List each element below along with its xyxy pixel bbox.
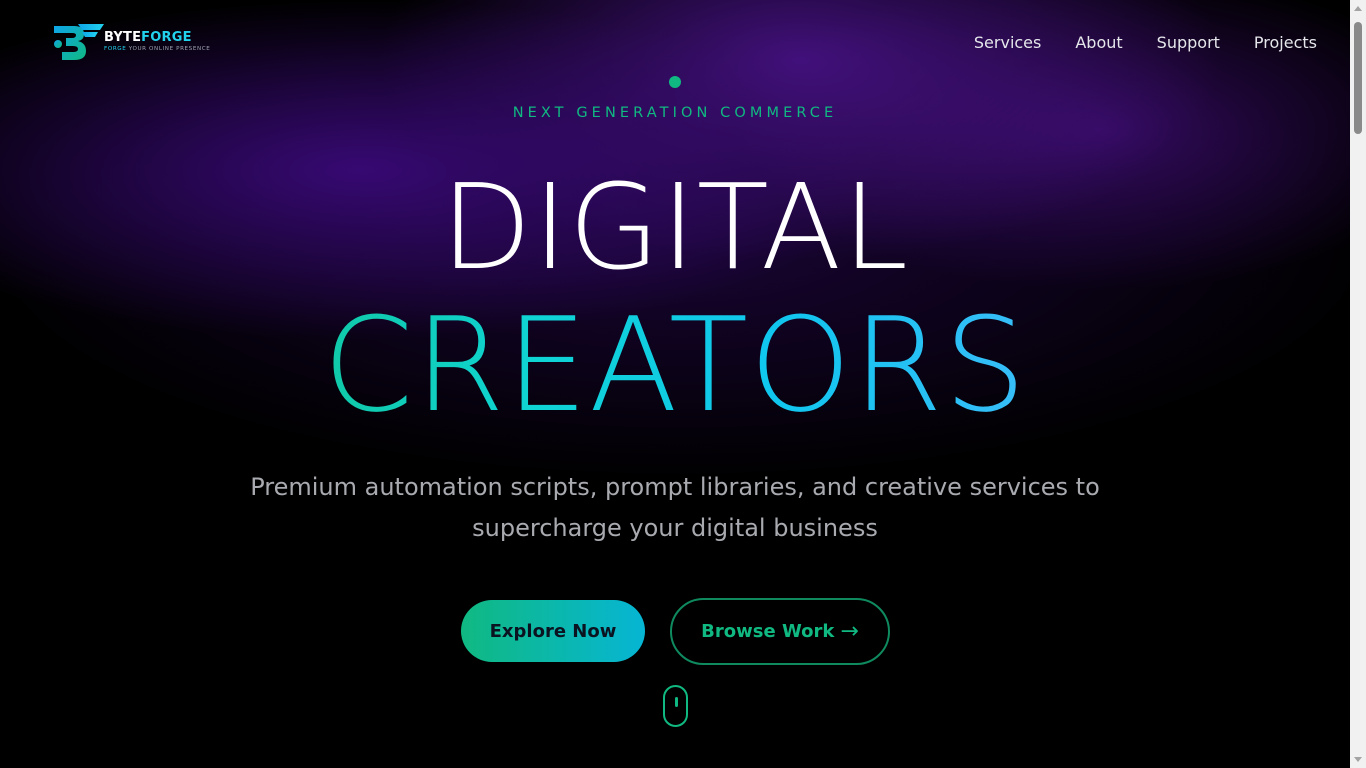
explore-now-button[interactable]: Explore Now [461, 600, 645, 662]
hero-subtitle: Premium automation scripts, prompt libra… [250, 473, 1100, 542]
page-scrollbar[interactable] [1350, 0, 1366, 768]
main-nav: Services About Support Projects [974, 33, 1317, 53]
scrollbar-thumb[interactable] [1354, 22, 1362, 134]
hero-title-line2: CREATORS [0, 300, 1350, 430]
hero-title-line1: DIGITAL [440, 158, 910, 296]
nav-link-services[interactable]: Services [974, 33, 1041, 53]
brand-name: BYTEFORGE [104, 29, 192, 45]
mouse-wheel [674, 697, 678, 707]
browse-work-label: Browse Work [701, 621, 835, 642]
scroll-down-arrow-icon[interactable] [1354, 757, 1362, 762]
nav-link-support[interactable]: Support [1157, 33, 1220, 53]
hero-title-gradient-text: CREATORS [322, 289, 1028, 441]
brand-logo[interactable]: BYTEFORGE FORGE YOUR ONLINE PRESENCE [52, 22, 210, 62]
scroll-up-arrow-icon[interactable] [1354, 6, 1362, 11]
brand-wordmark: BYTEFORGE FORGE YOUR ONLINE PRESENCE [104, 30, 210, 53]
browse-work-button[interactable]: Browse Work → [670, 598, 890, 665]
nav-link-projects[interactable]: Projects [1254, 33, 1317, 53]
dot-icon [669, 76, 681, 88]
mouse-scroll-icon[interactable] [663, 685, 688, 727]
hero-eyebrow: NEXT GENERATION COMMERCE [512, 105, 838, 121]
byteforge-logo-icon [54, 24, 104, 60]
brand-tagline: FORGE YOUR ONLINE PRESENCE [104, 45, 211, 52]
nav-link-about[interactable]: About [1075, 33, 1122, 53]
arrow-right-icon: → [840, 619, 859, 644]
